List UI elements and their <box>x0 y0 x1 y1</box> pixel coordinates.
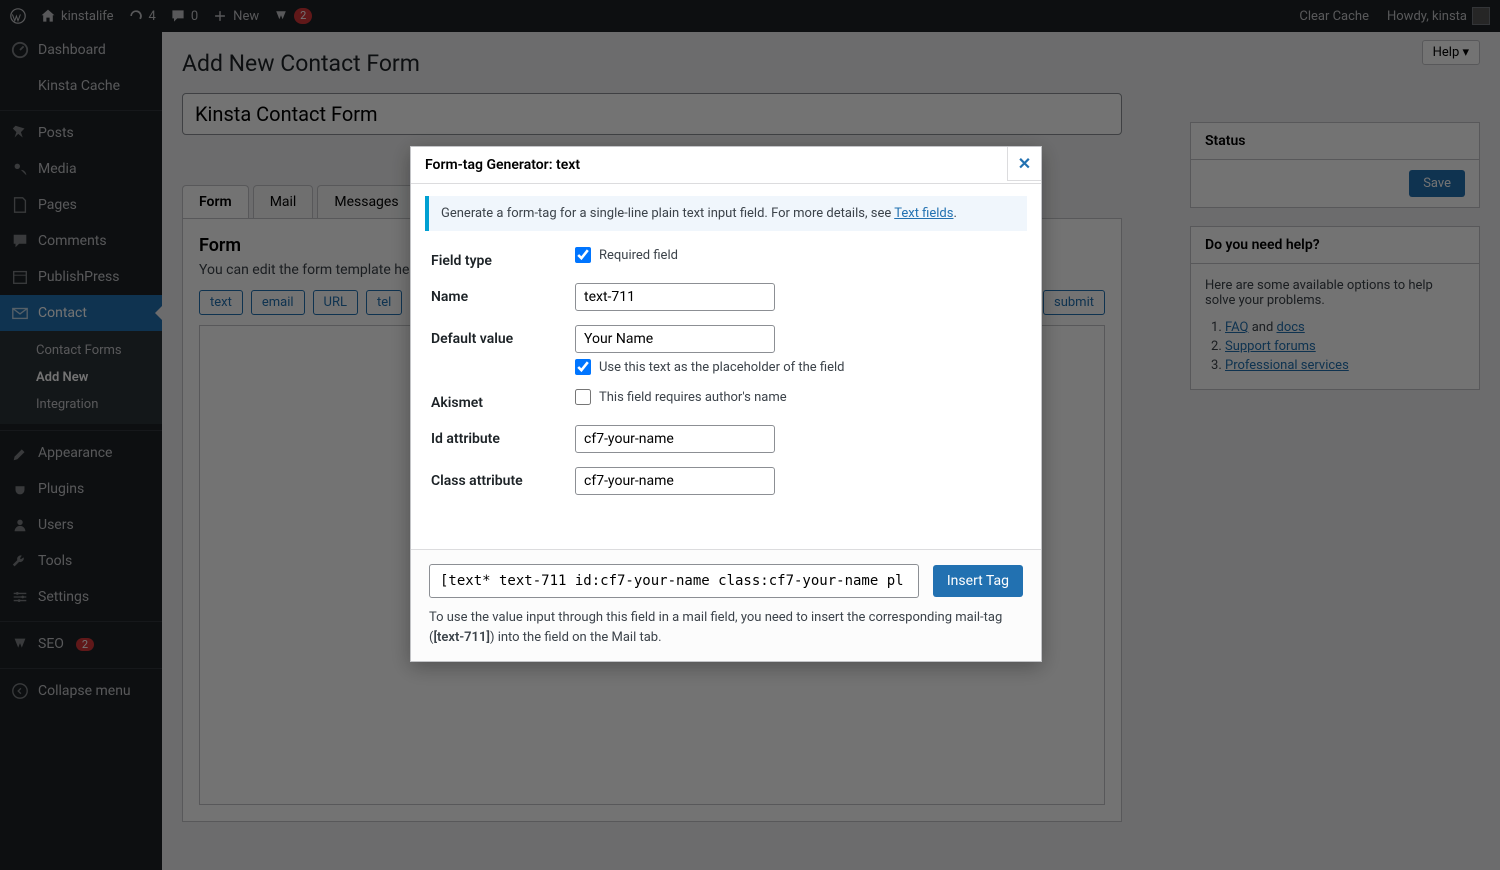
class-attribute-input[interactable] <box>575 467 775 495</box>
modal-title: Form-tag Generator: text ✕ <box>411 147 1041 184</box>
name-input[interactable] <box>575 283 775 311</box>
label-akismet: Akismet <box>431 389 575 411</box>
generated-tag-input[interactable] <box>429 564 919 598</box>
label-id-attribute: Id attribute <box>431 425 575 447</box>
label-field-type: Field type <box>431 247 575 269</box>
close-icon: ✕ <box>1018 154 1031 173</box>
modal-info: Generate a form-tag for a single-line pl… <box>425 196 1027 231</box>
id-attribute-input[interactable] <box>575 425 775 453</box>
label-class-attribute: Class attribute <box>431 467 575 489</box>
required-field-checkbox[interactable]: Required field <box>575 247 1021 263</box>
default-value-input[interactable] <box>575 325 775 353</box>
insert-tag-button[interactable]: Insert Tag <box>933 565 1023 597</box>
modal-footer-note: To use the value input through this fiel… <box>429 608 1023 647</box>
akismet-checkbox[interactable]: This field requires author's name <box>575 389 1021 405</box>
form-tag-generator-modal: Form-tag Generator: text ✕ Generate a fo… <box>410 146 1042 662</box>
modal-close-button[interactable]: ✕ <box>1007 147 1041 181</box>
label-name: Name <box>431 283 575 305</box>
label-default-value: Default value <box>431 325 575 347</box>
text-fields-link[interactable]: Text fields <box>894 206 953 221</box>
placeholder-checkbox[interactable]: Use this text as the placeholder of the … <box>575 359 1021 375</box>
